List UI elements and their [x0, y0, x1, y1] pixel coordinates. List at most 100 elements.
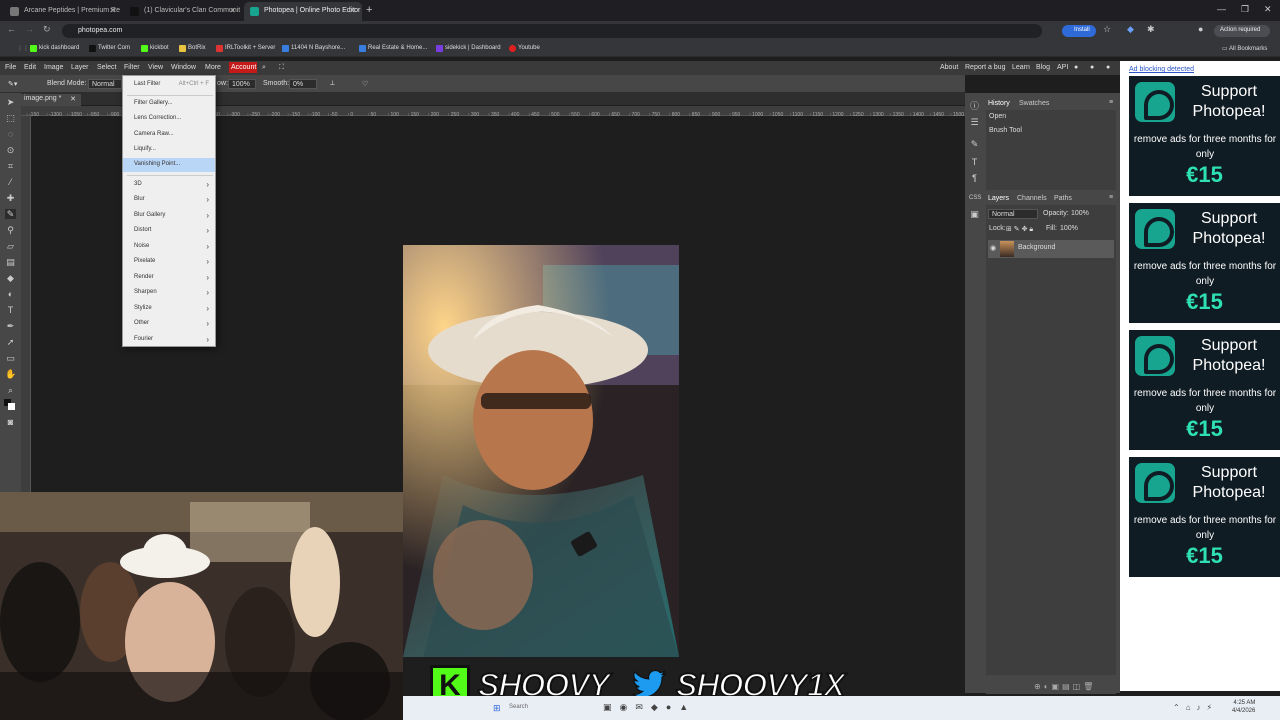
- account-button[interactable]: Account: [229, 62, 257, 73]
- hand-tool-icon[interactable]: ✋: [5, 369, 16, 379]
- star-icon[interactable]: ☆: [1103, 24, 1111, 35]
- menu-filter[interactable]: Filter: [124, 64, 140, 71]
- quick-select-icon[interactable]: ⊙: [5, 145, 16, 155]
- zoom-tool-icon[interactable]: ⌕: [5, 385, 16, 395]
- menu-select[interactable]: Select: [97, 64, 116, 71]
- bookmark-kickbot[interactable]: kickbot: [141, 45, 169, 52]
- tab-paths[interactable]: Paths: [1054, 195, 1072, 202]
- image-icon[interactable]: ▣: [969, 209, 980, 219]
- lasso-tool-icon[interactable]: ◌: [5, 129, 16, 139]
- ad-banner[interactable]: Support Photopea! remove ads for three m…: [1129, 330, 1280, 450]
- menu-image[interactable]: Image: [44, 64, 63, 71]
- smooth-input[interactable]: 0%: [289, 79, 317, 89]
- reload-icon[interactable]: ↻: [43, 24, 51, 35]
- profile-icon[interactable]: ●: [1198, 24, 1203, 34]
- bookmark-twitter[interactable]: Twitter Com: [89, 45, 130, 52]
- history-item-open[interactable]: Open: [989, 113, 1006, 120]
- menu-item-fourier[interactable]: Fourier ›: [123, 333, 215, 347]
- ad-banner[interactable]: Support Photopea! remove ads for three m…: [1129, 203, 1280, 323]
- lock-icons[interactable]: ⊞ ✎ ✥ 🔒︎: [1006, 225, 1033, 234]
- menu-item-camera-raw[interactable]: Camera Raw...: [123, 128, 215, 142]
- brush-settings-icon[interactable]: ✎: [969, 139, 980, 149]
- menu-item-noise[interactable]: Noise ›: [123, 240, 215, 254]
- bookmark-botrix[interactable]: BotRix: [179, 45, 206, 52]
- fill-value[interactable]: 100%: [1060, 225, 1078, 232]
- opacity-value[interactable]: 100%: [1071, 210, 1089, 217]
- type-tool-icon[interactable]: T: [5, 305, 16, 315]
- menu-layer[interactable]: Layer: [71, 64, 89, 71]
- ad-banner[interactable]: Support Photopea! remove ads for three m…: [1129, 457, 1280, 577]
- tray-icons[interactable]: ⌃⌂♪⚡: [1173, 703, 1218, 712]
- gradient-tool-icon[interactable]: ▤: [5, 257, 16, 267]
- crop-tool-icon[interactable]: ⌗: [5, 161, 16, 171]
- menu-view[interactable]: View: [148, 64, 163, 71]
- menu-item-last-filter[interactable]: Last Filter Alt+Ctrl + F: [123, 78, 215, 92]
- dodge-tool-icon[interactable]: ◐: [5, 289, 16, 299]
- fullscreen-icon[interactable]: ⛶: [279, 64, 284, 72]
- minimize-icon[interactable]: —: [1217, 4, 1226, 14]
- install-button[interactable]: Install: [1062, 25, 1096, 37]
- pen-tool-icon[interactable]: ✒: [5, 321, 16, 331]
- healing-tool-icon[interactable]: ✚: [5, 193, 16, 203]
- bookmark-real-estate[interactable]: Real Estate & Home...: [359, 45, 427, 52]
- action-required-button[interactable]: Action required: [1214, 25, 1270, 37]
- bookmark-youtube[interactable]: Youtube: [509, 45, 540, 52]
- apps-icon[interactable]: ⋮⋮: [8, 45, 29, 52]
- background-color-swatch[interactable]: [8, 403, 15, 410]
- menu-item-blur[interactable]: Blur ›: [123, 193, 215, 207]
- link-api[interactable]: API: [1057, 64, 1068, 71]
- taskbar-clock[interactable]: 4:25 AM 4/4/2026: [1232, 699, 1255, 715]
- link-about[interactable]: About: [940, 64, 958, 71]
- start-icon[interactable]: ⊞: [493, 703, 501, 714]
- menu-item-3d[interactable]: 3D ›: [123, 178, 215, 192]
- css-icon[interactable]: CSS: [969, 193, 981, 203]
- bookmark-irltoolkit[interactable]: IRLToolkit + Server: [216, 45, 275, 52]
- reddit-icon[interactable]: ●: [1074, 64, 1078, 71]
- browser-tab-clan[interactable]: (1) Clavicular's Clan Communit ✕: [124, 2, 242, 21]
- new-tab-button[interactable]: +: [366, 4, 372, 16]
- marquee-tool-icon[interactable]: ⬚: [5, 113, 16, 123]
- eyedropper-icon[interactable]: ⁄: [5, 177, 16, 187]
- link-report-bug[interactable]: Report a bug: [965, 64, 1005, 71]
- taskbar-apps[interactable]: ▣◉✉◆●▲: [603, 702, 696, 713]
- panel-menu-icon[interactable]: ≡: [1109, 194, 1113, 201]
- link-learn[interactable]: Learn: [1012, 64, 1030, 71]
- menu-item-vanishing-point[interactable]: Vanishing Point...: [123, 158, 215, 172]
- layer-blend-select[interactable]: Normal: [988, 209, 1038, 219]
- quick-mask-icon[interactable]: ◙: [5, 417, 16, 427]
- path-select-icon[interactable]: ➚: [5, 337, 16, 347]
- puzzle-icon[interactable]: ✱: [1147, 24, 1155, 35]
- paragraph-icon[interactable]: ¶: [969, 173, 980, 183]
- link-blog[interactable]: Blog: [1036, 64, 1050, 71]
- menu-item-pixelate[interactable]: Pixelate ›: [123, 255, 215, 269]
- menu-window[interactable]: Window: [171, 64, 196, 71]
- brush-tool-icon[interactable]: ✎: [5, 209, 16, 219]
- maximize-icon[interactable]: ❐: [1241, 4, 1249, 15]
- taskbar-search[interactable]: Search: [509, 704, 528, 710]
- all-bookmarks-link[interactable]: ▭ All Bookmarks: [1222, 45, 1267, 52]
- stamp-tool-icon[interactable]: ⚲: [5, 225, 16, 235]
- menu-item-lens-correction[interactable]: Lens Correction...: [123, 112, 215, 126]
- shape-tool-icon[interactable]: ▭: [5, 353, 16, 363]
- menu-item-filter-gallery[interactable]: Filter Gallery...: [123, 97, 215, 111]
- back-icon[interactable]: ←: [7, 24, 16, 34]
- tab-channels[interactable]: Channels: [1017, 195, 1047, 202]
- browser-tab-arcane[interactable]: Arcane Peptides | Premium Re ✕: [4, 2, 122, 21]
- character-icon[interactable]: T: [969, 157, 980, 167]
- close-icon[interactable]: ✕: [349, 6, 356, 15]
- ad-blocking-notice[interactable]: Ad blocking detected: [1129, 66, 1194, 73]
- bookmark-bayshore[interactable]: 11404 N Bayshore...: [282, 45, 345, 52]
- extension-icon[interactable]: ◆: [1127, 24, 1134, 35]
- tab-swatches[interactable]: Swatches: [1019, 100, 1049, 107]
- menu-more[interactable]: More: [205, 64, 221, 71]
- heart-icon[interactable]: ♡: [362, 80, 368, 88]
- menu-item-stylize[interactable]: Stylize ›: [123, 302, 215, 316]
- facebook-icon[interactable]: ●: [1106, 64, 1110, 71]
- close-icon[interactable]: ✕: [70, 95, 76, 103]
- menu-item-render[interactable]: Render ›: [123, 271, 215, 285]
- history-item-brush[interactable]: Brush Tool: [989, 127, 1022, 134]
- menu-edit[interactable]: Edit: [24, 64, 36, 71]
- blend-mode-select[interactable]: Normal: [88, 79, 122, 89]
- window-close-icon[interactable]: ✕: [1264, 4, 1272, 15]
- document-tab[interactable]: image.png * ✕: [21, 94, 81, 106]
